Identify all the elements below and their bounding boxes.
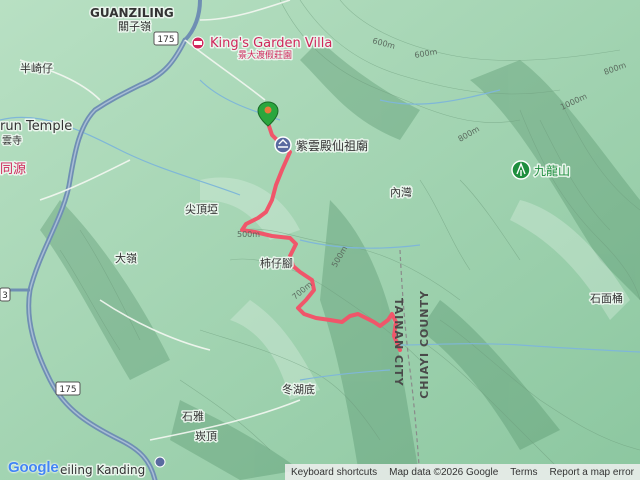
attribution-bar: Keyboard shortcuts Map data ©2026 Google… — [284, 464, 640, 480]
place-guanziling-zh: 關子嶺 — [118, 20, 151, 33]
place-tongyuan: 同源 — [0, 162, 26, 177]
place-temple-left-en: run Temple — [0, 119, 72, 134]
place-guanziling: GUANZILING — [90, 6, 174, 20]
place-temple-left-zh: 雲寺 — [2, 135, 22, 147]
report-error-link[interactable]: Report a map error — [544, 467, 640, 478]
poi-ziyun-temple[interactable]: 紫雲殿仙祖廟 — [274, 136, 370, 155]
place-banqizi: 半崎仔 — [20, 61, 53, 75]
place-kanding: 崁頂 — [195, 430, 217, 443]
place-shimiantong: 石面桶 — [590, 291, 623, 305]
poi-kanding[interactable] — [154, 456, 166, 468]
keyboard-shortcuts-link[interactable]: Keyboard shortcuts — [285, 467, 383, 478]
google-logo-text: Google — [8, 459, 59, 476]
map-data-text: Map data ©2026 Google — [389, 466, 499, 478]
place-kings-garden-en: King's Garden Villa — [210, 36, 332, 51]
place-shizijiao: 柿仔腳 — [260, 256, 293, 270]
elevation-label: 500m — [237, 230, 260, 239]
place-daling: 大嶺 — [115, 251, 137, 265]
svg-text:175: 175 — [59, 385, 76, 395]
place-pin-icon[interactable] — [154, 456, 166, 468]
hotel-icon-glyph — [194, 41, 202, 45]
place-kings-garden-zh: 景大渡假莊園 — [238, 49, 292, 61]
county-label-tainan: TAINAN CITY — [392, 298, 405, 387]
place-kanding-en: eiling Kanding — [60, 463, 145, 477]
road-shield-3: 3 — [0, 287, 11, 302]
place-shiya: 石雅 — [182, 409, 204, 423]
map-canvas[interactable]: 紫雲殿仙祖廟 King's Garden Villa 景大渡假莊園 九龍山 ru… — [0, 0, 640, 480]
road-shield-175-top: 175 — [153, 31, 179, 46]
place-jiantou: 尖頂埡 — [185, 202, 218, 216]
start-pin-dot — [264, 106, 272, 114]
terms-link[interactable]: Terms — [504, 467, 543, 478]
google-logo[interactable]: Google — [8, 459, 59, 476]
place-neiwan: 內灣 — [390, 186, 412, 199]
place-jiulong: 九龍山 — [534, 163, 570, 178]
road-shield-175-bottom: 175 — [55, 381, 81, 396]
county-label-chiayi: CHIAYI COUNTY — [418, 290, 431, 399]
svg-text:3: 3 — [2, 291, 8, 301]
place-ziyun-temple: 紫雲殿仙祖廟 — [296, 138, 368, 153]
svg-text:175: 175 — [157, 35, 174, 45]
place-donghudi: 冬湖底 — [282, 382, 315, 396]
poi-jiulong[interactable]: 九龍山 — [511, 160, 572, 180]
